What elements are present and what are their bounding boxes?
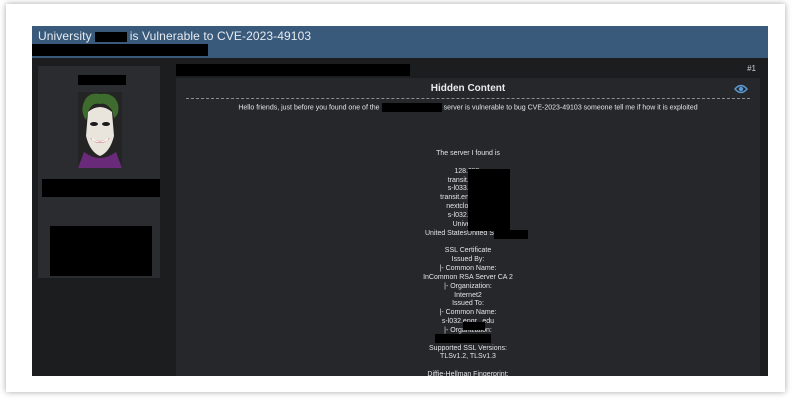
post-body: Hidden Content Hello friends, just befor…: [176, 78, 760, 376]
content-line: InCommon RSA Server CA 2: [423, 273, 513, 281]
redaction-box: [32, 44, 208, 56]
content-line: TLSv1.2, TLSv1.3: [440, 353, 496, 361]
content-line: Supported SSL Versions:: [429, 344, 507, 352]
intro-text-before: Hello friends, just before you found one…: [238, 104, 380, 112]
author-title-redacted: [42, 179, 160, 197]
content-line: Diffie-Hellman Fingerprint:: [427, 371, 509, 376]
screenshot-frame: University is Vulnerable to CVE-2023-4910…: [6, 4, 785, 392]
author-name-redacted[interactable]: [78, 75, 126, 85]
post-number[interactable]: #1: [747, 64, 756, 73]
content-line: SSL Certificate: [444, 247, 492, 255]
content-line: |- Common Name:: [439, 264, 497, 272]
content-line: Issued By:: [451, 256, 485, 264]
content-line: Internet2: [454, 291, 482, 299]
post-intro: Hello friends, just before you found one…: [176, 103, 760, 112]
avatar[interactable]: [78, 92, 122, 168]
thread-title-suffix: is Vulnerable to CVE-2023-49103: [129, 29, 312, 43]
forum-page: University is Vulnerable to CVE-2023-4910…: [32, 26, 768, 376]
redaction-box: [435, 334, 491, 343]
intro-text-after: server is vulnerable to bug CVE-2023-491…: [443, 104, 698, 112]
author-info-redacted: [50, 226, 152, 276]
content-line: The server I found is: [436, 150, 500, 157]
content-line: |- Organization:: [444, 282, 492, 290]
author-sidebar: [38, 66, 160, 278]
eye-icon[interactable]: [734, 83, 748, 95]
redaction-box: [463, 322, 485, 330]
redaction-box: [94, 31, 127, 42]
content-line: Issued To:: [452, 300, 484, 308]
hidden-content-header: Hidden Content: [186, 82, 750, 99]
avatar-image: [78, 92, 122, 168]
thread-title-prefix: University: [38, 29, 92, 43]
redaction-box: [381, 103, 442, 112]
post-meta-redacted: [176, 64, 410, 76]
content-line: |- Common Name:: [439, 309, 497, 317]
redaction-box: [494, 230, 528, 239]
hidden-content-title: Hidden Content: [430, 83, 506, 94]
redaction-box: [468, 169, 510, 231]
thread-title-bar: University is Vulnerable to CVE-2023-4910…: [32, 26, 768, 58]
thread-title: University is Vulnerable to CVE-2023-4910…: [38, 29, 311, 43]
